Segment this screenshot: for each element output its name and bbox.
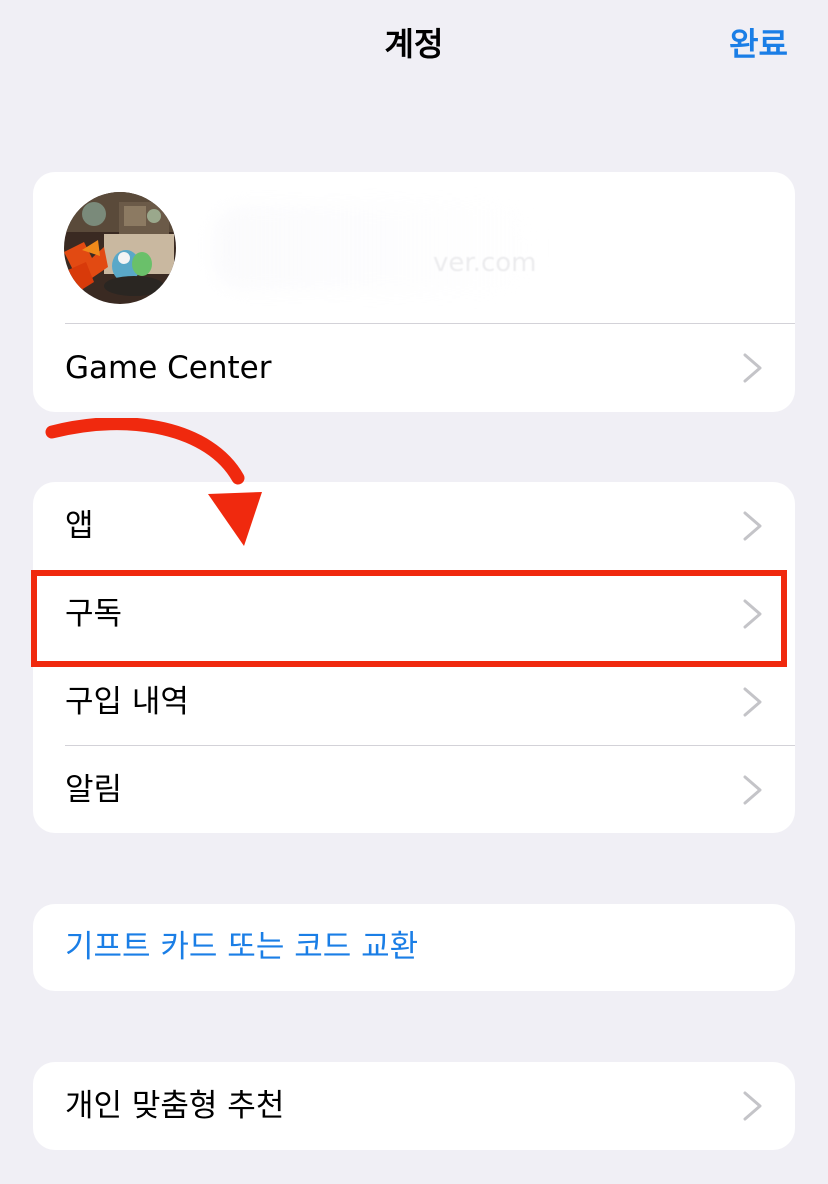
personalized-recommendations-row[interactable]: 개인 맞춤형 추천 <box>33 1062 795 1150</box>
menu-item-notifications[interactable]: 알림 <box>33 746 795 833</box>
chevron-right-icon <box>743 1091 762 1121</box>
redeem-gift-card-link[interactable]: 기프트 카드 또는 코드 교환 <box>65 904 418 990</box>
annotation-arrow-icon <box>45 418 262 546</box>
profile-card: ver.com Game Center <box>33 172 795 412</box>
game-center-label: Game Center <box>65 350 272 386</box>
avatar-image <box>64 192 176 304</box>
chevron-right-icon <box>743 775 762 805</box>
menu-item-label: 구입 내역 <box>65 684 189 720</box>
done-button[interactable]: 완료 <box>729 22 788 66</box>
account-email-redacted: ver.com <box>433 248 537 278</box>
highlight-box <box>31 570 787 667</box>
chevron-right-icon <box>743 687 762 717</box>
recommendation-card: 개인 맞춤형 추천 <box>33 1062 795 1150</box>
personalized-recommendations-label: 개인 맞춤형 추천 <box>65 1088 285 1124</box>
chevron-right-icon <box>743 511 762 541</box>
avatar[interactable] <box>64 192 176 304</box>
page-title: 계정 <box>384 25 444 63</box>
chevron-right-icon <box>743 353 762 383</box>
menu-item-purchase-history[interactable]: 구입 내역 <box>33 658 795 746</box>
game-center-row[interactable]: Game Center <box>33 324 795 412</box>
menu-item-label: 알림 <box>65 772 123 808</box>
gift-card[interactable]: 기프트 카드 또는 코드 교환 <box>33 904 795 991</box>
